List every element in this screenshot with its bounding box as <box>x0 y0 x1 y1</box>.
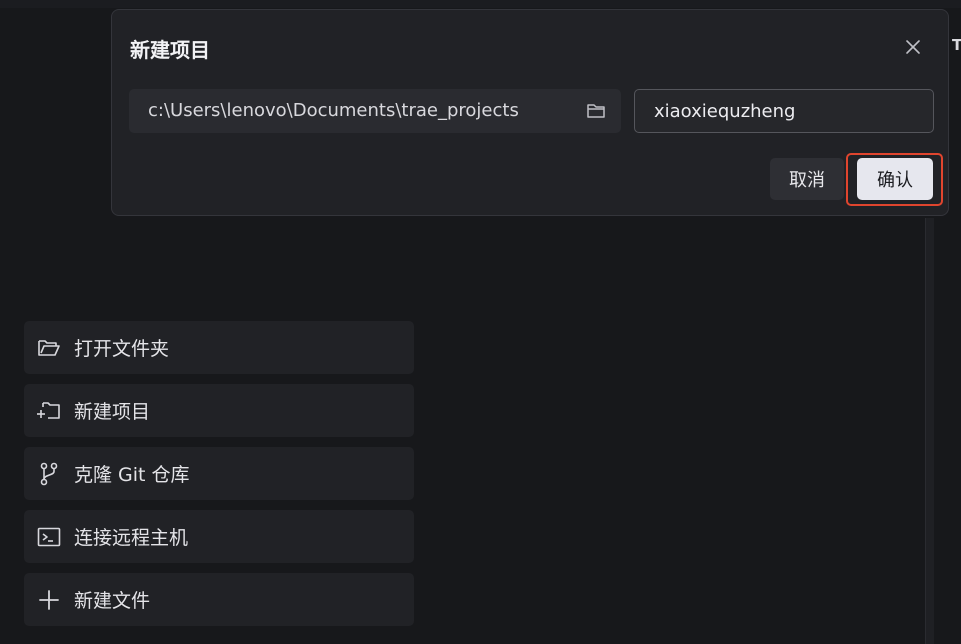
connect-remote-label: 连接远程主机 <box>74 527 189 549</box>
clipped-heading: T <box>952 36 961 54</box>
project-name-input[interactable] <box>634 89 934 133</box>
welcome-actions: 打开文件夹 新建项目 克隆 Git 仓库 连接远程主机 新建文件 <box>24 321 414 636</box>
new-project-icon <box>36 398 62 424</box>
connect-remote-button[interactable]: 连接远程主机 <box>24 510 414 563</box>
dialog-title: 新建项目 <box>130 38 210 62</box>
confirm-button[interactable]: 确认 <box>857 158 933 200</box>
git-branch-icon <box>36 461 62 487</box>
clone-git-button[interactable]: 克隆 Git 仓库 <box>24 447 414 500</box>
top-strip <box>0 0 961 8</box>
terminal-icon <box>36 524 62 550</box>
clone-git-label: 克隆 Git 仓库 <box>74 464 190 486</box>
folder-icon[interactable] <box>586 101 606 121</box>
new-project-button[interactable]: 新建项目 <box>24 384 414 437</box>
folder-open-icon <box>36 335 62 361</box>
cancel-button[interactable]: 取消 <box>770 158 844 200</box>
new-project-label: 新建项目 <box>74 401 151 423</box>
open-folder-button[interactable]: 打开文件夹 <box>24 321 414 374</box>
open-folder-label: 打开文件夹 <box>74 338 170 360</box>
plus-icon <box>36 587 62 613</box>
panel-divider[interactable] <box>925 218 934 644</box>
new-project-dialog: 新建项目 取消 确认 <box>111 9 949 216</box>
new-file-label: 新建文件 <box>74 590 151 612</box>
project-path-input[interactable] <box>129 89 621 133</box>
new-file-button[interactable]: 新建文件 <box>24 573 414 626</box>
close-icon[interactable] <box>902 36 924 58</box>
